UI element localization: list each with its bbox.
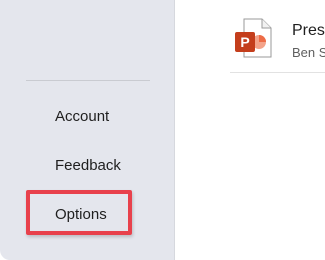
recent-files-pane: P Pres Ben S	[176, 0, 325, 260]
nav-item-options-label: Options	[55, 205, 107, 223]
nav-item-feedback[interactable]: Feedback	[24, 147, 148, 183]
powerpoint-file-icon: P	[234, 18, 272, 58]
nav-item-options[interactable]: Options	[24, 196, 148, 232]
recent-file-item[interactable]: P Pres Ben S	[230, 10, 325, 60]
nav-divider	[26, 80, 150, 81]
nav-item-account[interactable]: Account	[24, 98, 148, 134]
row-divider	[230, 72, 325, 73]
backstage-nav: Account Feedback Options	[0, 0, 175, 260]
recent-file-name: Pres	[292, 22, 325, 39]
recent-file-path: Ben S	[292, 45, 325, 60]
nav-item-account-label: Account	[55, 107, 110, 125]
ppt-icon-letter: P	[240, 34, 249, 50]
nav-item-feedback-label: Feedback	[55, 156, 121, 174]
